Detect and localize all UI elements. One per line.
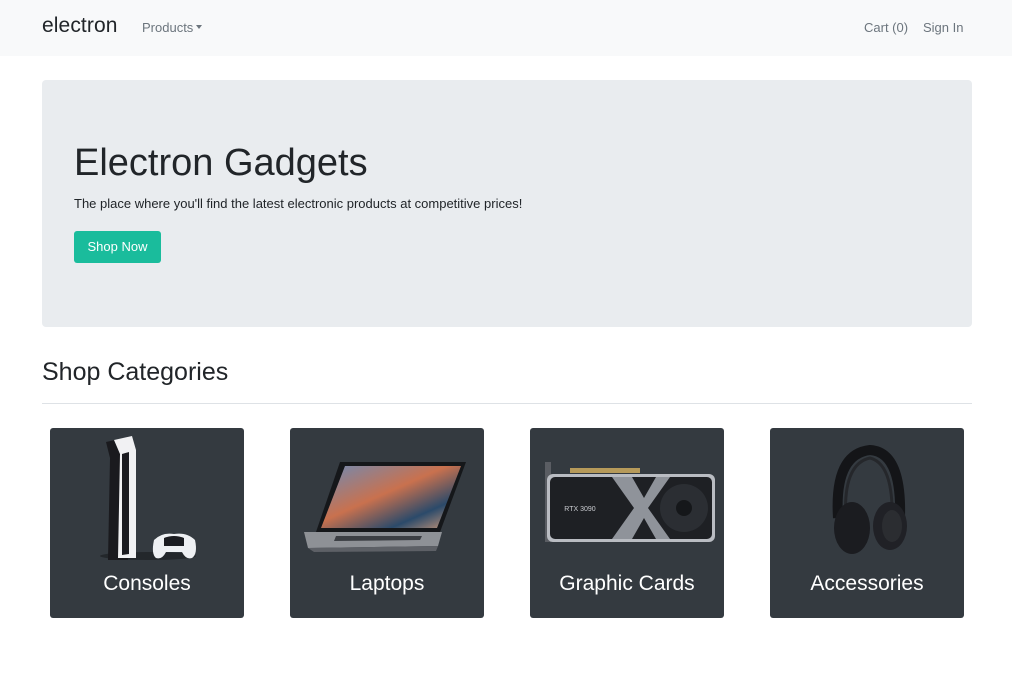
top-navbar: electron Products Cart (0) Sign In [0,0,1012,56]
category-card-accessories[interactable]: Accessories [770,428,964,618]
section-divider [42,403,972,404]
products-label: Products [142,20,194,35]
shop-now-button[interactable]: Shop Now [74,231,161,263]
hero-subtitle: The place where you'll find the latest e… [74,196,523,211]
sign-in-link[interactable]: Sign In [923,20,963,35]
products-dropdown-toggle[interactable]: Products [142,20,203,35]
category-card-laptops[interactable]: Laptops [290,428,484,618]
caret-down-icon [196,25,203,29]
category-label: Laptops [349,572,425,595]
category-label: Accessories [810,572,924,595]
hero-banner: Electron Gadgets The place where you'll … [42,80,972,327]
category-label: Graphic Cards [559,572,695,595]
category-card-consoles[interactable]: Consoles [50,428,244,618]
category-card-graphic-cards[interactable]: RTX 3090 Graphic Cards [530,428,724,618]
section-title: Shop Categories [42,358,229,386]
cart-link[interactable]: Cart (0) [864,20,908,35]
brand-logo-link[interactable]: electron [42,14,118,38]
hero-title: Electron Gadgets [74,142,368,184]
category-label: Consoles [103,572,191,595]
gpu-model-text: RTX 3090 [564,506,595,513]
